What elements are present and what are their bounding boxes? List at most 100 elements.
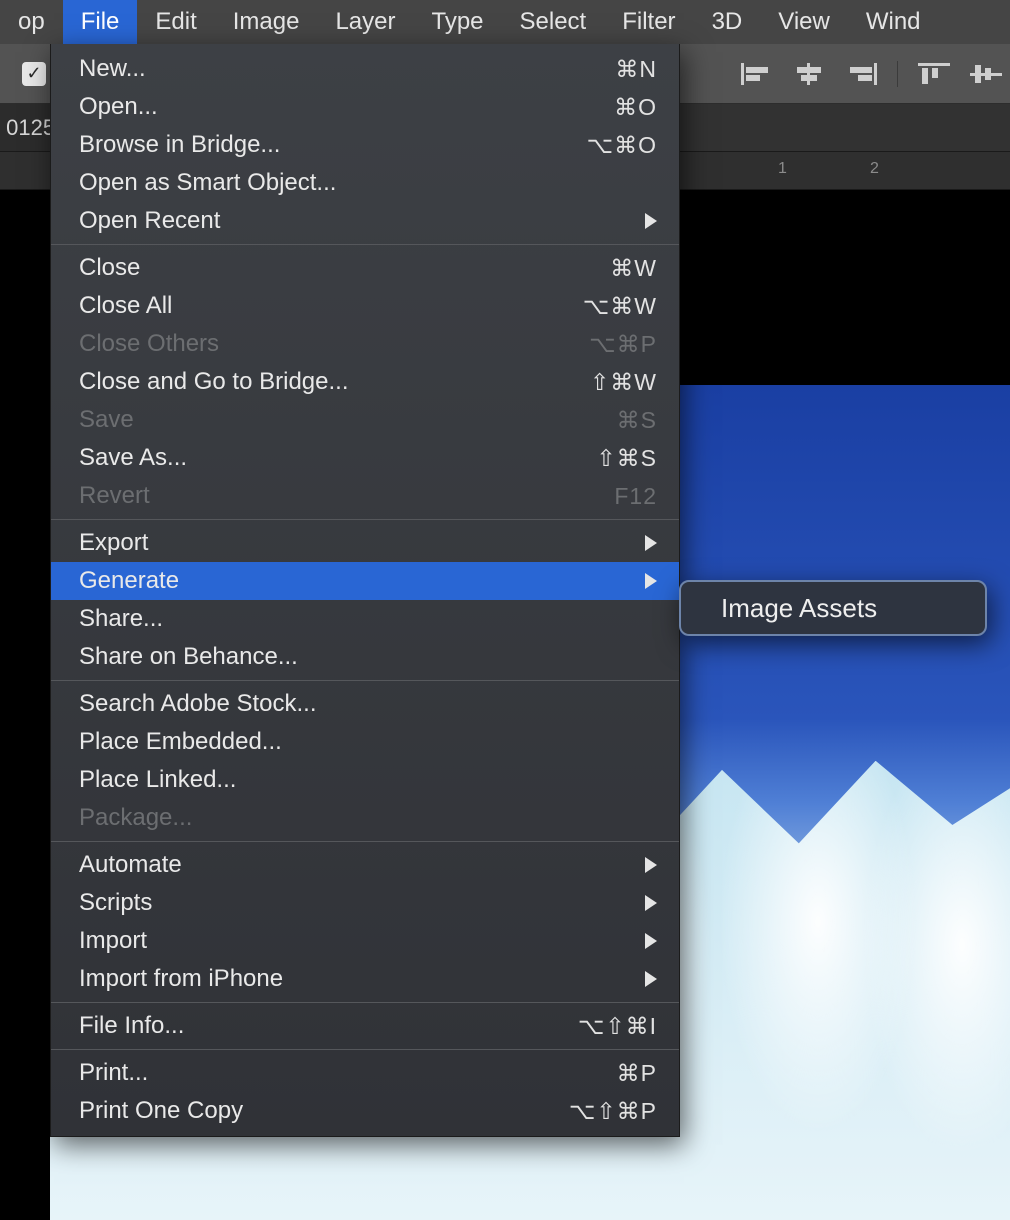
menu-item-label: Print... bbox=[79, 1059, 537, 1087]
menu-item-label: Search Adobe Stock... bbox=[79, 690, 657, 718]
menu-item-label: Export bbox=[79, 529, 635, 557]
menu-item-label: Place Linked... bbox=[79, 766, 657, 794]
menu-item-label: Close Others bbox=[79, 330, 537, 358]
menubar-item-image[interactable]: Image bbox=[215, 0, 318, 44]
menu-item-open-as-smart-object[interactable]: Open as Smart Object... bbox=[51, 164, 679, 202]
menu-item-new[interactable]: New...⌘N bbox=[51, 50, 679, 88]
menu-item-label: Share... bbox=[79, 605, 657, 633]
menubar-item-select[interactable]: Select bbox=[502, 0, 605, 44]
menu-item-open[interactable]: Open...⌘O bbox=[51, 88, 679, 126]
menu-item-automate[interactable]: Automate bbox=[51, 846, 679, 884]
menu-item-close[interactable]: Close⌘W bbox=[51, 249, 679, 287]
menu-item-import-from-iphone[interactable]: Import from iPhone bbox=[51, 960, 679, 998]
menu-item-share[interactable]: Share... bbox=[51, 600, 679, 638]
menu-item-shortcut: ⇧⌘W bbox=[537, 369, 657, 396]
align-center-v-icon[interactable] bbox=[970, 63, 1002, 85]
menu-item-shortcut: ⌥⌘W bbox=[537, 293, 657, 320]
menu-item-generate[interactable]: Generate bbox=[51, 562, 679, 600]
menu-item-close-and-go-to-bridge[interactable]: Close and Go to Bridge...⇧⌘W bbox=[51, 363, 679, 401]
menu-item-label: Print One Copy bbox=[79, 1097, 537, 1125]
menu-item-close-all[interactable]: Close All⌥⌘W bbox=[51, 287, 679, 325]
chevron-right-icon bbox=[645, 895, 657, 911]
menu-item-label: File Info... bbox=[79, 1012, 537, 1040]
ruler-mark: 2 bbox=[870, 160, 879, 178]
align-right-icon[interactable] bbox=[845, 63, 877, 85]
menu-item-revert: RevertF12 bbox=[51, 477, 679, 515]
menu-item-label: Close All bbox=[79, 292, 537, 320]
menubar-item-file[interactable]: File bbox=[63, 0, 138, 44]
menu-item-shortcut: ⇧⌘S bbox=[537, 445, 657, 472]
menu-item-shortcut: ⌥⌘P bbox=[537, 331, 657, 358]
menu-item-shortcut: ⌘O bbox=[537, 94, 657, 121]
menubar-item-view[interactable]: View bbox=[760, 0, 848, 44]
menu-item-package: Package... bbox=[51, 799, 679, 837]
ruler-mark: 1 bbox=[778, 160, 787, 178]
menu-item-shortcut: F12 bbox=[537, 483, 657, 510]
menu-item-label: Open Recent bbox=[79, 207, 635, 235]
menu-item-scripts[interactable]: Scripts bbox=[51, 884, 679, 922]
menu-item-label: Share on Behance... bbox=[79, 643, 657, 671]
menubar-item-3d[interactable]: 3D bbox=[694, 0, 761, 44]
menu-item-file-info[interactable]: File Info...⌥⇧⌘I bbox=[51, 1007, 679, 1045]
menu-item-label: Revert bbox=[79, 482, 537, 510]
menu-item-label: Save bbox=[79, 406, 537, 434]
menubar-item-filter[interactable]: Filter bbox=[604, 0, 693, 44]
menu-separator bbox=[51, 1049, 679, 1050]
menubar-item-layer[interactable]: Layer bbox=[317, 0, 413, 44]
align-left-icon[interactable] bbox=[741, 63, 773, 85]
menu-item-shortcut: ⌘S bbox=[537, 407, 657, 434]
align-top-icon[interactable] bbox=[918, 63, 950, 85]
menu-item-import[interactable]: Import bbox=[51, 922, 679, 960]
menu-item-label: Import bbox=[79, 927, 635, 955]
menu-separator bbox=[51, 680, 679, 681]
chevron-right-icon bbox=[645, 573, 657, 589]
menubar-item-op[interactable]: op bbox=[0, 0, 63, 44]
menu-item-export[interactable]: Export bbox=[51, 524, 679, 562]
menu-item-label: Close bbox=[79, 254, 537, 282]
menu-item-shortcut: ⌘P bbox=[537, 1060, 657, 1087]
menu-separator bbox=[51, 1002, 679, 1003]
menu-item-place-linked[interactable]: Place Linked... bbox=[51, 761, 679, 799]
menu-item-save-as[interactable]: Save As...⇧⌘S bbox=[51, 439, 679, 477]
menubar: opFileEditImageLayerTypeSelectFilter3DVi… bbox=[0, 0, 1010, 44]
menu-item-print[interactable]: Print...⌘P bbox=[51, 1054, 679, 1092]
menubar-item-wind[interactable]: Wind bbox=[848, 0, 939, 44]
menu-item-shortcut: ⌥⇧⌘I bbox=[537, 1013, 657, 1040]
chevron-right-icon bbox=[645, 535, 657, 551]
menu-item-shortcut: ⌥⌘O bbox=[537, 132, 657, 159]
file-menu-dropdown: New...⌘NOpen...⌘OBrowse in Bridge...⌥⌘OO… bbox=[50, 44, 680, 1137]
align-icons-group bbox=[741, 44, 1010, 103]
menu-item-place-embedded[interactable]: Place Embedded... bbox=[51, 723, 679, 761]
menu-item-label: Save As... bbox=[79, 444, 537, 472]
menubar-item-type[interactable]: Type bbox=[413, 0, 501, 44]
menu-item-open-recent[interactable]: Open Recent bbox=[51, 202, 679, 240]
menu-separator bbox=[51, 244, 679, 245]
menubar-item-edit[interactable]: Edit bbox=[137, 0, 214, 44]
menu-item-label: Close and Go to Bridge... bbox=[79, 368, 537, 396]
chevron-right-icon bbox=[645, 213, 657, 229]
menu-item-search-adobe-stock[interactable]: Search Adobe Stock... bbox=[51, 685, 679, 723]
menu-separator bbox=[51, 841, 679, 842]
menu-item-label: Open... bbox=[79, 93, 537, 121]
menu-item-shortcut: ⌘W bbox=[537, 255, 657, 282]
menu-item-print-one-copy[interactable]: Print One Copy⌥⇧⌘P bbox=[51, 1092, 679, 1130]
menu-item-close-others: Close Others⌥⌘P bbox=[51, 325, 679, 363]
menu-item-label: Scripts bbox=[79, 889, 635, 917]
menu-item-label: Place Embedded... bbox=[79, 728, 657, 756]
submenu-item-image-assets[interactable]: Image Assets bbox=[681, 586, 985, 630]
menu-item-browse-in-bridge[interactable]: Browse in Bridge...⌥⌘O bbox=[51, 126, 679, 164]
menu-item-shortcut: ⌥⇧⌘P bbox=[537, 1098, 657, 1125]
align-center-h-icon[interactable] bbox=[793, 63, 825, 85]
menu-item-label: Browse in Bridge... bbox=[79, 131, 537, 159]
menu-item-share-on-behance[interactable]: Share on Behance... bbox=[51, 638, 679, 676]
menu-item-save: Save⌘S bbox=[51, 401, 679, 439]
chevron-right-icon bbox=[645, 933, 657, 949]
chevron-right-icon bbox=[645, 857, 657, 873]
menu-separator bbox=[51, 519, 679, 520]
chevron-right-icon bbox=[645, 971, 657, 987]
menu-item-label: Import from iPhone bbox=[79, 965, 635, 993]
menu-item-label: Open as Smart Object... bbox=[79, 169, 657, 197]
menu-item-label: Package... bbox=[79, 804, 657, 832]
toolbar-checkbox[interactable]: ✓ bbox=[22, 62, 46, 86]
menu-item-label: Generate bbox=[79, 567, 635, 595]
